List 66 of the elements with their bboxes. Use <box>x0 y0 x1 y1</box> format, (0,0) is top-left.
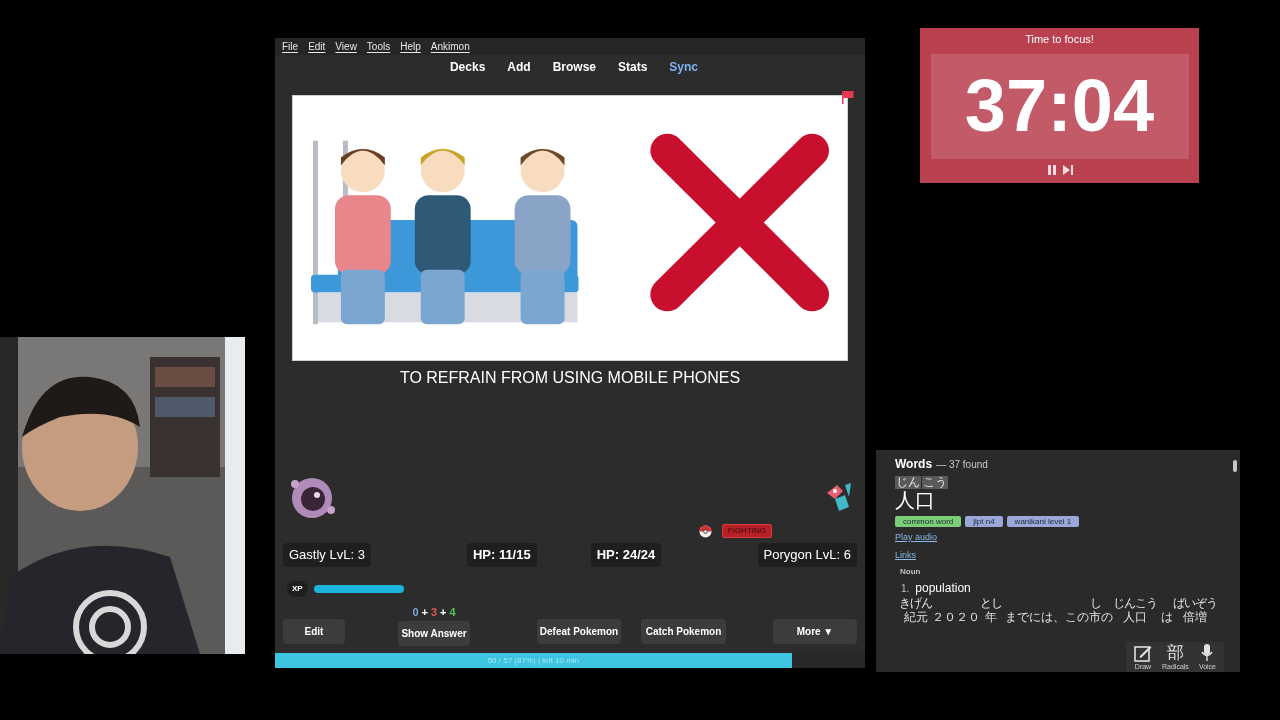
furigana: じんこう <box>1113 597 1158 610</box>
card-count: 0 <box>412 604 419 620</box>
menu-item[interactable]: Edit <box>308 39 326 54</box>
result-count: — 37 found <box>936 458 988 472</box>
example-text: 年 <box>985 610 997 624</box>
plus-sign: + <box>440 604 447 620</box>
word-tag: jlpt n4 <box>965 516 1003 527</box>
edit-button[interactable]: Edit <box>283 619 345 644</box>
furigana: ばいぞう <box>1172 597 1217 610</box>
card-count: 4 <box>449 604 456 620</box>
toolbar-link[interactable]: Stats <box>618 58 648 76</box>
type-badge: FIGHTING <box>721 524 772 538</box>
toolbar-link[interactable]: Browse <box>552 58 596 76</box>
player-name-level: Gastly LvL: 3 <box>283 543 371 567</box>
enemy-hp: HP: 24/24 <box>590 543 662 567</box>
example-text: までには、この <box>1004 610 1090 624</box>
example-text: 人口 <box>1123 610 1148 624</box>
menu-item[interactable]: Ankimon <box>430 39 470 54</box>
progress-label: 50 / 57 (87%) | left 10 min <box>486 654 581 667</box>
plus-sign: + <box>421 604 428 620</box>
example-text: 市 <box>1089 610 1102 624</box>
dictionary-link[interactable]: Play audio <box>895 531 938 545</box>
words-heading: Words <box>895 456 933 473</box>
flag-icon[interactable] <box>841 90 855 104</box>
part-of-speech: Noun <box>900 566 922 578</box>
menu-item[interactable]: Help <box>400 39 421 54</box>
player-hp: HP: 11/15 <box>466 543 537 567</box>
catch-button[interactable]: Catch Pokemon <box>641 619 726 644</box>
example-text: の <box>1101 610 1114 624</box>
furigana: きげん <box>899 597 932 610</box>
card-count: 3 <box>430 604 438 620</box>
furigana: とし <box>980 597 1002 610</box>
toolbar-link[interactable]: Add <box>507 58 531 76</box>
toolbar-link[interactable]: Decks <box>449 58 486 76</box>
example-text: は <box>1159 610 1173 624</box>
gloss: population <box>915 580 971 597</box>
xp-label: XP <box>287 581 308 597</box>
menu-item[interactable]: View <box>335 39 357 54</box>
example-text: 紀元 <box>903 610 928 624</box>
answer-text: TO REFRAIN FROM USING MOBILE PHONES <box>398 368 742 388</box>
menu-item[interactable]: File <box>282 39 299 54</box>
enemy-name-level: Porygon LvL: 6 <box>757 543 857 567</box>
sense-number: 1. <box>901 582 910 596</box>
reading-kana: じん <box>895 476 921 489</box>
headword: 人口 <box>895 489 936 511</box>
ball-icon <box>698 524 712 538</box>
example-text: 倍増 <box>1182 610 1207 624</box>
skip-icon[interactable] <box>1062 164 1073 175</box>
pause-icon[interactable] <box>1046 164 1057 175</box>
menu-item[interactable]: Tools <box>366 39 391 54</box>
reading-kana: こう <box>922 476 948 489</box>
word-tag: common word <box>895 516 962 527</box>
timer-time: 37:04 <box>964 69 1155 143</box>
radical-glyph: 部 <box>1166 643 1184 662</box>
defeat-button[interactable]: Defeat Pokemon <box>537 619 621 644</box>
word-tag: wanikani level 1 <box>1006 516 1080 527</box>
microphone-icon <box>1201 643 1214 662</box>
example-text: ２０２０ <box>932 610 980 624</box>
pencil-icon <box>1134 643 1152 662</box>
timer-title: Time to focus! <box>1025 32 1094 47</box>
toolbar-link[interactable]: Sync <box>669 58 699 76</box>
scrollbar-thumb[interactable] <box>1233 460 1237 472</box>
more-button[interactable]: More ▼ <box>773 619 857 644</box>
dictionary-link[interactable]: Links <box>895 548 916 562</box>
show-answer-button[interactable]: Show Answer <box>398 621 470 646</box>
furigana: し <box>1089 597 1101 610</box>
